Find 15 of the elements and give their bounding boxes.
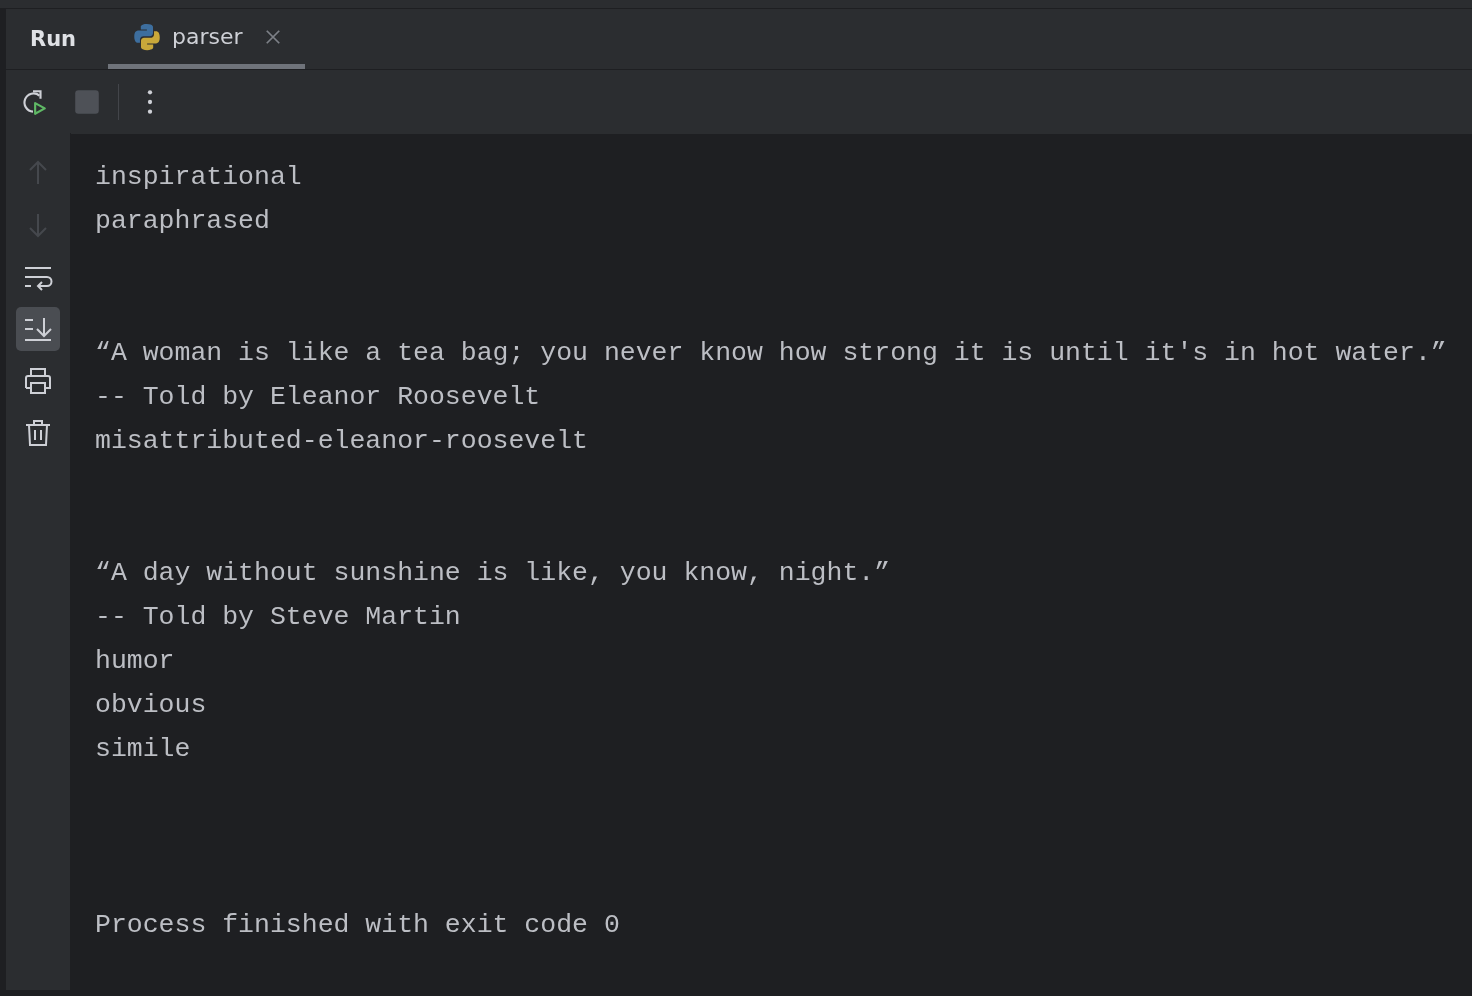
console-line: simile — [95, 733, 192, 766]
python-icon — [132, 21, 163, 52]
console-line: -- Told by Steve Martin — [95, 601, 462, 634]
run-tab[interactable]: parser — [108, 9, 305, 69]
console-line: “A day without sunshine is like, you know, night.” — [95, 557, 892, 590]
console-line: paraphrased — [95, 205, 271, 238]
console-line: inspirational — [95, 161, 303, 194]
console-line: “A woman is like a tea bag; you never know how strong it is until it's in hot water.” — [95, 337, 1448, 370]
console-line: -- Told by Eleanor Roosevelt — [95, 381, 542, 414]
scroll-to-end-icon[interactable] — [16, 307, 60, 351]
console-line: humor — [95, 645, 176, 678]
exit-message: Process finished with exit code 0 — [95, 909, 621, 942]
console-line: obvious — [95, 689, 208, 722]
console-line: misattributed-eleanor-roosevelt — [95, 425, 589, 458]
panel-title: Run — [30, 27, 77, 51]
